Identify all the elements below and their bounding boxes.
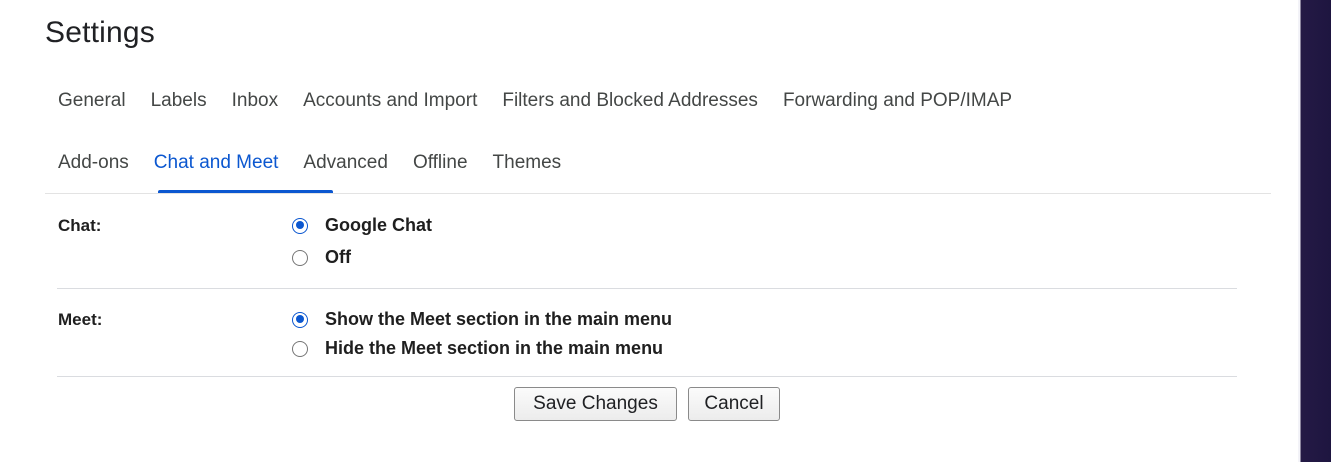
- radio-meet-show[interactable]: [292, 311, 308, 328]
- page-title: Settings: [45, 16, 155, 49]
- tab-forwarding-and-pop-imap[interactable]: Forwarding and POP/IMAP: [783, 90, 1012, 112]
- meet-option-show-label: Show the Meet section in the main menu: [325, 309, 673, 329]
- tab-inbox[interactable]: Inbox: [232, 90, 278, 112]
- cancel-button[interactable]: Cancel: [688, 387, 780, 421]
- chat-section-label: Chat:: [58, 216, 102, 235]
- section-divider: [57, 376, 1237, 377]
- chat-option-google-chat-label: Google Chat: [325, 215, 432, 235]
- chat-option-off-label: Off: [325, 247, 351, 267]
- tab-labels[interactable]: Labels: [151, 90, 207, 112]
- tab-general[interactable]: General: [58, 90, 126, 112]
- radio-meet-hide[interactable]: [292, 340, 308, 357]
- meet-option-hide-label: Hide the Meet section in the main menu: [325, 338, 664, 358]
- settings-tabs-row-2: Add-ons Chat and Meet Advanced Offline T…: [58, 152, 586, 174]
- radio-chat-off[interactable]: [292, 249, 308, 266]
- meet-section-label: Meet:: [58, 310, 103, 329]
- meet-option-show[interactable]: Show the Meet section in the main menu: [292, 309, 672, 330]
- chat-option-off[interactable]: Off: [292, 247, 351, 268]
- tab-offline[interactable]: Offline: [413, 152, 468, 174]
- meet-option-hide[interactable]: Hide the Meet section in the main menu: [292, 338, 663, 359]
- settings-page: Settings General Labels Inbox Accounts a…: [0, 0, 1331, 462]
- tab-add-ons[interactable]: Add-ons: [58, 152, 129, 174]
- chat-option-google-chat[interactable]: Google Chat: [292, 215, 432, 236]
- window-edge: [1298, 0, 1331, 462]
- tab-chat-and-meet[interactable]: Chat and Meet: [154, 152, 279, 174]
- tab-accounts-and-import[interactable]: Accounts and Import: [303, 90, 477, 112]
- tab-filters-and-blocked-addresses[interactable]: Filters and Blocked Addresses: [502, 90, 758, 112]
- section-divider: [57, 288, 1237, 289]
- tab-advanced[interactable]: Advanced: [303, 152, 388, 174]
- radio-google-chat[interactable]: [292, 217, 308, 234]
- tab-themes[interactable]: Themes: [493, 152, 562, 174]
- settings-tabs-row-1: General Labels Inbox Accounts and Import…: [58, 90, 1037, 112]
- tabs-divider: [45, 193, 1271, 194]
- save-changes-button[interactable]: Save Changes: [514, 387, 677, 421]
